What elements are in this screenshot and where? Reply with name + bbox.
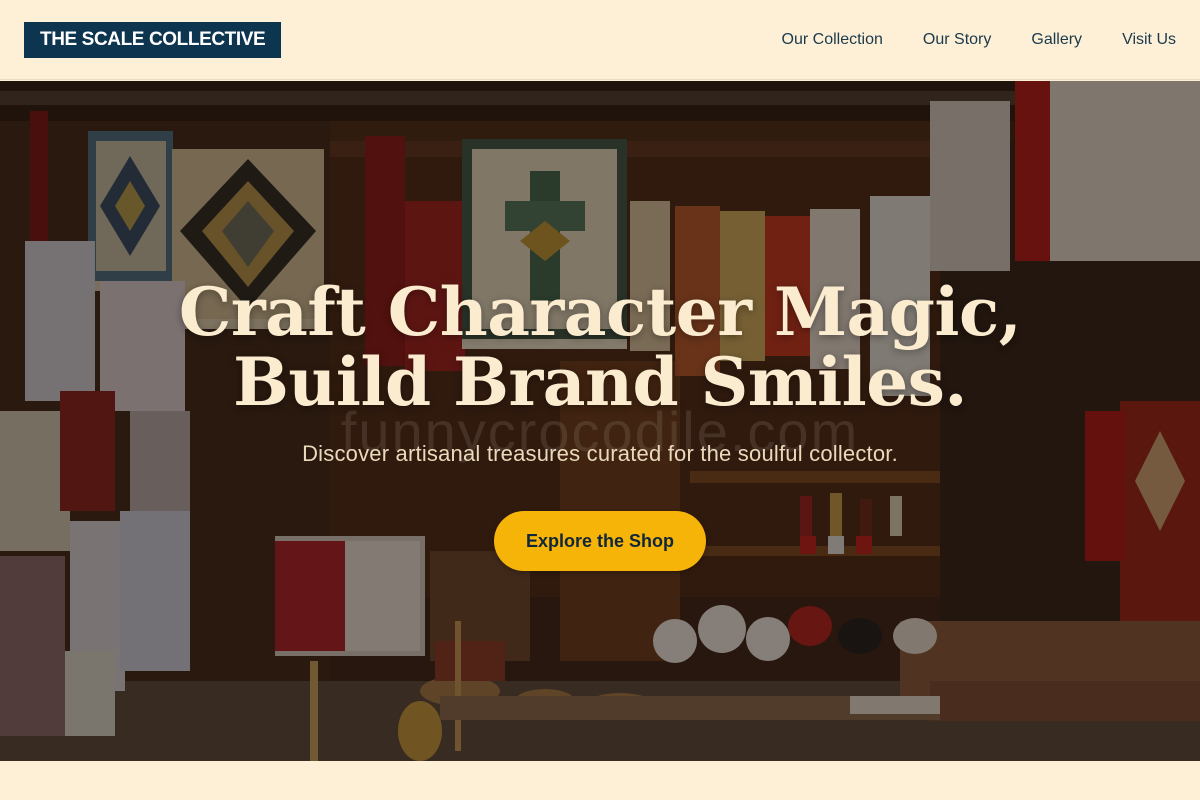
nav-visit-us[interactable]: Visit Us <box>1122 31 1176 49</box>
main-nav: Our Collection Our Story Gallery Visit U… <box>782 31 1176 49</box>
nav-gallery[interactable]: Gallery <box>1031 31 1082 49</box>
hero-subtitle: Discover artisanal treasures curated for… <box>302 441 898 466</box>
nav-our-story[interactable]: Our Story <box>923 31 991 49</box>
hero-section: Craft Character Magic, Build Brand Smile… <box>0 81 1200 761</box>
page-bottom-band <box>0 761 1200 800</box>
hero-content: Craft Character Magic, Build Brand Smile… <box>0 81 1200 761</box>
hero-title: Craft Character Magic, Build Brand Smile… <box>0 277 1200 417</box>
hero-title-line-1: Craft Character Magic, <box>178 273 1022 351</box>
nav-our-collection[interactable]: Our Collection <box>782 31 883 49</box>
site-header: THE SCALE COLLECTIVE Our Collection Our … <box>0 0 1200 80</box>
brand-logo[interactable]: THE SCALE COLLECTIVE <box>24 21 282 58</box>
explore-shop-button[interactable]: Explore the Shop <box>494 511 706 571</box>
